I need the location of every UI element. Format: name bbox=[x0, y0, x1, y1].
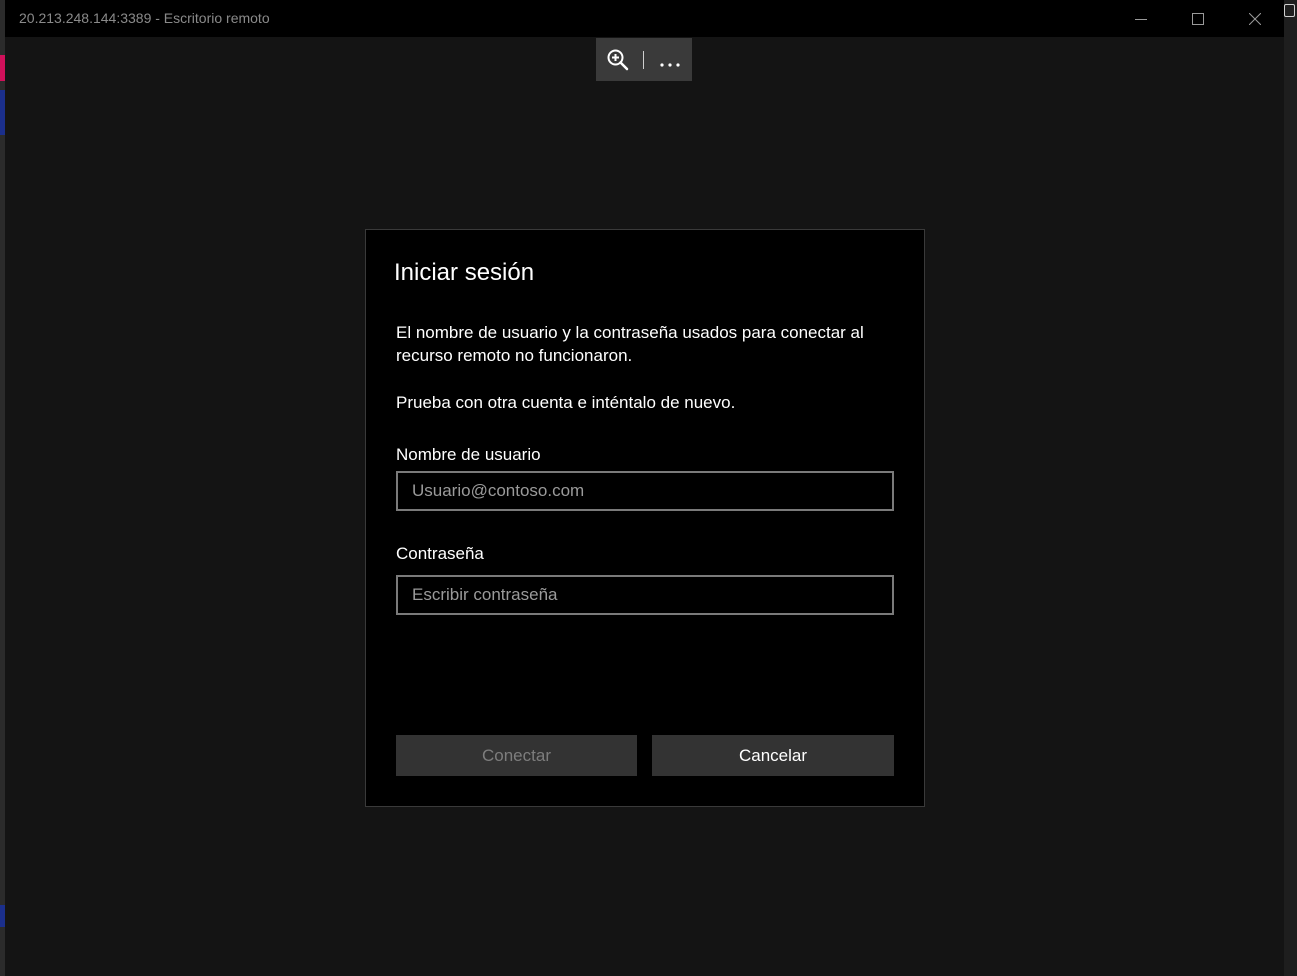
background-window-icon bbox=[1284, 4, 1295, 17]
close-button[interactable] bbox=[1227, 0, 1283, 37]
remote-desktop-window: 20.213.248.144:3389 - Escritorio remoto bbox=[5, 0, 1284, 976]
toolbar-separator bbox=[643, 51, 644, 69]
username-label: Nombre de usuario bbox=[396, 445, 541, 464]
title-bar[interactable]: 20.213.248.144:3389 - Escritorio remoto bbox=[5, 0, 1284, 37]
close-icon bbox=[1249, 12, 1261, 25]
more-options-button[interactable] bbox=[659, 56, 681, 67]
password-label: Contraseña bbox=[396, 544, 484, 563]
dialog-title: Iniciar sesión bbox=[394, 259, 535, 286]
zoom-button[interactable] bbox=[606, 48, 630, 72]
sign-in-dialog: Iniciar sesión El nombre de usuario y la… bbox=[365, 229, 925, 807]
username-input[interactable] bbox=[396, 471, 894, 511]
minimize-button[interactable] bbox=[1113, 0, 1169, 37]
retry-hint: Prueba con otra cuenta e inténtalo de nu… bbox=[396, 393, 736, 412]
background-desktop-right bbox=[1284, 0, 1297, 976]
cancel-button[interactable]: Cancelar bbox=[652, 735, 894, 776]
password-input[interactable] bbox=[396, 575, 894, 615]
minimize-icon bbox=[1135, 18, 1147, 20]
maximize-button[interactable] bbox=[1170, 0, 1226, 37]
window-title: 20.213.248.144:3389 - Escritorio remoto bbox=[19, 10, 270, 26]
error-message: El nombre de usuario y la contraseña usa… bbox=[396, 323, 864, 365]
zoom-in-icon bbox=[607, 49, 629, 71]
more-icon bbox=[660, 63, 680, 67]
maximize-icon bbox=[1192, 12, 1204, 25]
connection-toolbar bbox=[596, 38, 692, 81]
connect-button[interactable]: Conectar bbox=[396, 735, 637, 776]
